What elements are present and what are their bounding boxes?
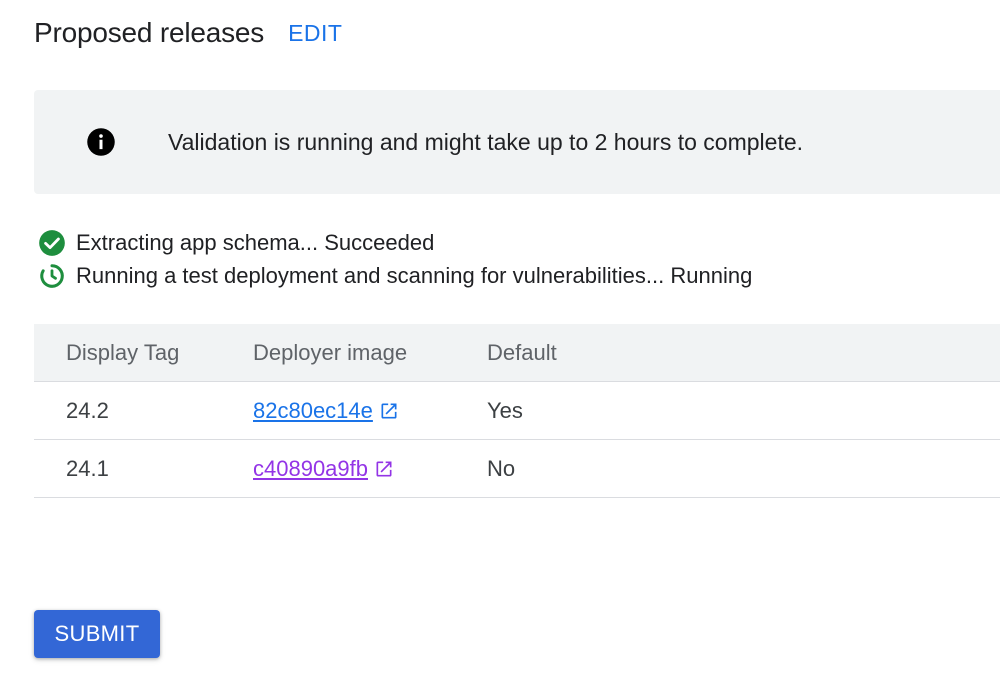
table-row: 24.2 82c80ec14e Yes (34, 382, 1000, 440)
deployer-image-cell: 82c80ec14e (253, 398, 487, 424)
edit-button[interactable]: EDIT (288, 20, 342, 47)
banner-message: Validation is running and might take up … (168, 128, 804, 155)
table-row: 24.1 c40890a9fb No (34, 440, 1000, 498)
submit-button[interactable]: SUBMIT (34, 610, 160, 658)
column-header-display-tag[interactable]: Display Tag (34, 340, 253, 366)
external-link-icon (373, 458, 395, 480)
external-link-icon (378, 400, 400, 422)
deployer-image-label: c40890a9fb (253, 455, 368, 481)
default-cell: No (487, 455, 516, 481)
deployer-image-link[interactable]: 82c80ec14e (253, 398, 400, 424)
page-title: Proposed releases (34, 17, 265, 48)
header: Proposed releases EDIT (34, 14, 342, 52)
column-header-default[interactable]: Default (487, 340, 1000, 366)
display-tag-cell: 24.1 (66, 455, 109, 481)
proposed-releases-panel: Proposed releases EDIT Validation is run… (0, 0, 1000, 696)
status-text: Extracting app schema... Succeeded (76, 229, 435, 255)
status-item-deployment: Running a test deployment and scanning f… (38, 259, 752, 292)
deployer-image-link[interactable]: c40890a9fb (253, 456, 395, 482)
status-list: Extracting app schema... Succeeded Runni… (38, 226, 752, 292)
check-circle-icon (38, 229, 66, 257)
deployer-image-label: 82c80ec14e (253, 397, 373, 423)
table-header-row: Display Tag Deployer image Default (34, 324, 1000, 382)
deployer-image-cell: c40890a9fb (253, 456, 487, 482)
info-icon (86, 127, 116, 157)
releases-table: Display Tag Deployer image Default 24.2 … (34, 324, 1000, 498)
progress-circle-icon (38, 262, 66, 290)
default-cell: Yes (487, 397, 523, 423)
status-item-schema: Extracting app schema... Succeeded (38, 226, 752, 259)
column-header-deployer-image[interactable]: Deployer image (253, 340, 487, 366)
validation-banner: Validation is running and might take up … (34, 90, 1000, 194)
display-tag-cell: 24.2 (66, 397, 109, 423)
status-text: Running a test deployment and scanning f… (76, 262, 753, 288)
